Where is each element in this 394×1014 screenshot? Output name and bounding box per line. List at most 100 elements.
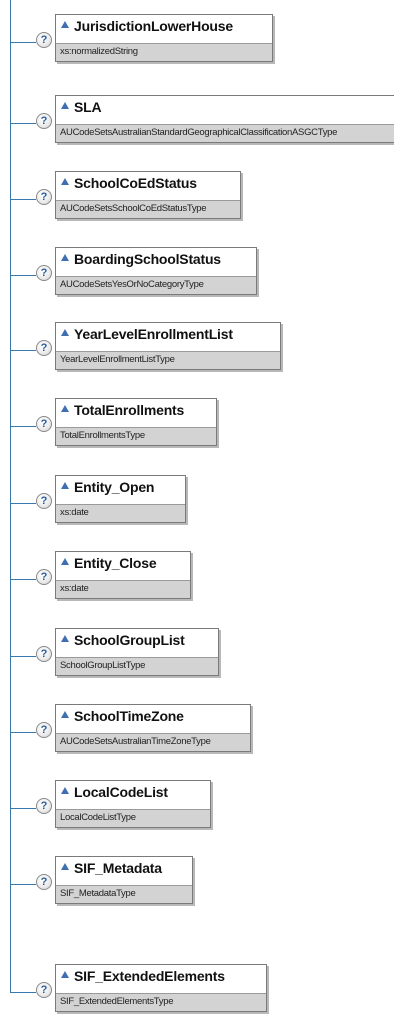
element-name: YearLevelEnrollmentList: [74, 326, 233, 342]
element-type: SchoolGroupListType: [56, 657, 218, 675]
element-box-header: Entity_Open: [56, 476, 185, 504]
tree-connector-line: [10, 808, 36, 809]
element-box[interactable]: SIF_ExtendedElements SIF_ExtendedElements…: [55, 964, 267, 1012]
schema-element-node: ? LocalCodeList LocalCodeListType: [0, 780, 394, 830]
element-box[interactable]: BoardingSchoolStatus AUCodeSetsYesOrNoCat…: [55, 247, 257, 295]
element-type: YearLevelEnrollmentListType: [56, 351, 280, 369]
help-question-icon[interactable]: ?: [36, 32, 52, 48]
element-box-header: SchoolCoEdStatus: [56, 172, 240, 200]
schema-element-node: ? SIF_ExtendedElements SIF_ExtendedElement…: [0, 964, 394, 1014]
help-question-icon[interactable]: ?: [36, 982, 52, 998]
element-box-header: BoardingSchoolStatus: [56, 248, 256, 276]
tree-connector-line: [10, 275, 36, 276]
tree-connector-line: [10, 503, 36, 504]
element-box-header: JurisdictionLowerHouse: [56, 15, 272, 43]
tree-connector-line: [10, 992, 36, 993]
element-type: AUCodeSetsAustralianTimeZoneType: [56, 733, 250, 751]
help-question-icon[interactable]: ?: [36, 646, 52, 662]
tree-connector-line: [10, 884, 36, 885]
schema-element-node: ? SchoolTimeZone AUCodeSetsAustralianTimeZ…: [0, 704, 394, 754]
help-question-icon[interactable]: ?: [36, 874, 52, 890]
element-box[interactable]: LocalCodeList LocalCodeListType: [55, 780, 211, 828]
help-question-icon[interactable]: ?: [36, 569, 52, 585]
element-type: SIF_ExtendedElementsType: [56, 993, 266, 1011]
element-diamond-icon: [61, 254, 69, 261]
help-question-icon[interactable]: ?: [36, 722, 52, 738]
element-diamond-icon: [61, 787, 69, 794]
element-box[interactable]: Entity_Close xs:date: [55, 551, 191, 599]
element-diamond-icon: [61, 711, 69, 718]
schema-element-node: ? Entity_Open xs:date: [0, 475, 394, 525]
element-box[interactable]: SchoolGroupList SchoolGroupListType: [55, 628, 219, 676]
tree-connector-line: [10, 123, 36, 124]
element-diamond-icon: [61, 21, 69, 28]
element-name: SchoolGroupList: [74, 632, 185, 648]
element-box-header: TotalEnrollments: [56, 399, 216, 427]
tree-connector-line: [10, 656, 36, 657]
element-type: TotalEnrollmentsType: [56, 427, 216, 445]
help-question-icon[interactable]: ?: [36, 340, 52, 356]
element-type: xs:date: [56, 580, 190, 598]
element-name: SLA: [74, 99, 102, 115]
element-box-header: SchoolTimeZone: [56, 705, 250, 733]
schema-element-node: ? JurisdictionLowerHouse xs:normalizedStri…: [0, 14, 394, 64]
help-question-icon[interactable]: ?: [36, 113, 52, 129]
tree-connector-line: [10, 42, 36, 43]
element-type: AUCodeSetsAustralianStandardGeographical…: [56, 124, 394, 142]
element-type: AUCodeSetsYesOrNoCategoryType: [56, 276, 256, 294]
element-name: SchoolCoEdStatus: [74, 175, 197, 191]
element-type: SIF_MetadataType: [56, 885, 192, 903]
element-box[interactable]: SchoolTimeZone AUCodeSetsAustralianTimeZo…: [55, 704, 251, 752]
element-diamond-icon: [61, 178, 69, 185]
tree-connector-line: [10, 732, 36, 733]
element-box-header: LocalCodeList: [56, 781, 210, 809]
element-type: LocalCodeListType: [56, 809, 210, 827]
help-question-icon[interactable]: ?: [36, 493, 52, 509]
element-box-header: SLA: [56, 96, 394, 124]
element-diamond-icon: [61, 971, 69, 978]
element-box[interactable]: YearLevelEnrollmentList YearLevelEnrollme…: [55, 322, 281, 370]
element-type: xs:date: [56, 504, 185, 522]
element-name: SIF_ExtendedElements: [74, 968, 225, 984]
element-box[interactable]: TotalEnrollments TotalEnrollmentsType: [55, 398, 217, 446]
element-diamond-icon: [61, 405, 69, 412]
element-name: SIF_Metadata: [74, 860, 162, 876]
schema-element-node: ? SchoolCoEdStatus AUCodeSetsSchoolCoEdSta…: [0, 171, 394, 221]
element-diamond-icon: [61, 102, 69, 109]
help-question-icon[interactable]: ?: [36, 798, 52, 814]
help-question-icon[interactable]: ?: [36, 416, 52, 432]
tree-connector-line: [10, 350, 36, 351]
element-diamond-icon: [61, 635, 69, 642]
schema-element-node: ? SchoolGroupList SchoolGroupListType: [0, 628, 394, 678]
element-name: BoardingSchoolStatus: [74, 251, 221, 267]
element-diamond-icon: [61, 863, 69, 870]
element-box-header: SIF_Metadata: [56, 857, 192, 885]
element-box[interactable]: SIF_Metadata SIF_MetadataType: [55, 856, 193, 904]
tree-connector-line: [10, 579, 36, 580]
element-diamond-icon: [61, 329, 69, 336]
element-box[interactable]: SchoolCoEdStatus AUCodeSetsSchoolCoEdStat…: [55, 171, 241, 219]
element-box-header: SchoolGroupList: [56, 629, 218, 657]
element-name: TotalEnrollments: [74, 402, 185, 418]
element-type: AUCodeSetsSchoolCoEdStatusType: [56, 200, 240, 218]
schema-element-node: ? Entity_Close xs:date: [0, 551, 394, 601]
element-box[interactable]: SLA AUCodeSetsAustralianStandardGeographi…: [55, 95, 394, 143]
help-question-icon[interactable]: ?: [36, 265, 52, 281]
element-diamond-icon: [61, 558, 69, 565]
help-question-icon[interactable]: ?: [36, 189, 52, 205]
schema-element-node: ? BoardingSchoolStatus AUCodeSetsYesOrNoCa…: [0, 247, 394, 297]
element-diamond-icon: [61, 482, 69, 489]
element-box-header: Entity_Close: [56, 552, 190, 580]
schema-element-node: ? TotalEnrollments TotalEnrollmentsType: [0, 398, 394, 448]
element-name: LocalCodeList: [74, 784, 168, 800]
element-box[interactable]: Entity_Open xs:date: [55, 475, 186, 523]
element-name: Entity_Close: [74, 555, 157, 571]
element-name: SchoolTimeZone: [74, 708, 184, 724]
schema-element-node: ? YearLevelEnrollmentList YearLevelEnrollm…: [0, 322, 394, 372]
schema-diagram: ? JurisdictionLowerHouse xs:normalizedStri…: [0, 0, 394, 1012]
schema-element-node: ? SLA AUCodeSetsAustralianStandardGeograph…: [0, 95, 394, 145]
element-box-header: YearLevelEnrollmentList: [56, 323, 280, 351]
schema-element-node: ? SIF_Metadata SIF_MetadataType: [0, 856, 394, 906]
element-name: JurisdictionLowerHouse: [74, 18, 233, 34]
element-box[interactable]: JurisdictionLowerHouse xs:normalizedStrin…: [55, 14, 273, 62]
